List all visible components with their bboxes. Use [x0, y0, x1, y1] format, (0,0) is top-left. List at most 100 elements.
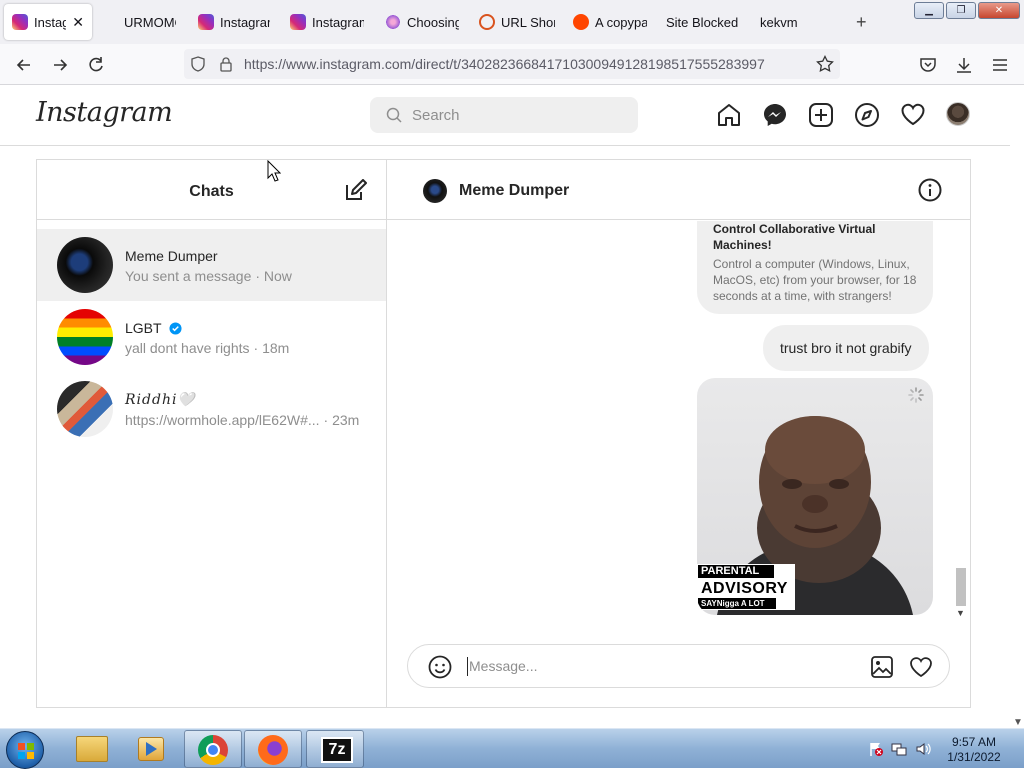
compose-message-icon[interactable]: [343, 179, 367, 203]
taskbar-media-player-icon[interactable]: [124, 730, 182, 768]
chat-item-lgbt[interactable]: LGBT yall dont have rights · 18m: [37, 301, 386, 373]
tab-instagram-2[interactable]: Instagram: [198, 4, 270, 40]
tab-title: kekvm: [760, 14, 798, 30]
tab-title: Instagram: [312, 14, 364, 30]
link-card-title: Control Collaborative Virtual Machines!: [713, 222, 876, 252]
thread-scrollbar[interactable]: ▼: [954, 221, 968, 625]
message-placeholder: Message...: [469, 658, 538, 674]
info-icon[interactable]: [918, 178, 942, 202]
avatar[interactable]: [423, 179, 447, 203]
chats-title: Chats: [189, 183, 234, 200]
close-tab-icon[interactable]: ✕: [72, 14, 84, 31]
conversation-pane: Meme Dumper Control Collaborative Virtua…: [387, 160, 970, 707]
message-input[interactable]: Message...: [407, 644, 950, 688]
forward-arrow-icon[interactable]: [50, 55, 70, 75]
sticker-line-1: PARENTAL: [698, 565, 774, 578]
chat-time: · Now: [255, 268, 292, 284]
shield-icon[interactable]: [190, 56, 206, 72]
conversation-title[interactable]: Meme Dumper: [459, 182, 569, 200]
like-heart-icon[interactable]: [909, 655, 933, 679]
volume-icon[interactable]: [915, 741, 931, 757]
menu-hamburger-icon[interactable]: [990, 55, 1010, 75]
instagram-icon: [12, 14, 28, 30]
address-bar[interactable]: https://www.instagram.com/direct/t/34028…: [184, 49, 840, 79]
new-post-icon[interactable]: [808, 102, 834, 128]
chat-time: · 23m: [323, 412, 360, 428]
image-upload-icon[interactable]: [870, 655, 894, 679]
network-icon[interactable]: [891, 741, 907, 757]
bookmark-star-icon[interactable]: [816, 55, 834, 73]
explore-compass-icon[interactable]: [854, 102, 880, 128]
window-controls: ▁ ❐ ✕: [914, 2, 1020, 19]
minimize-button[interactable]: ▁: [914, 2, 944, 19]
message-thread: Control Collaborative Virtual Machines! …: [387, 221, 970, 625]
taskbar-7zip-icon[interactable]: 7z: [306, 730, 364, 768]
browser-nav-bar: https://www.instagram.com/direct/t/34028…: [0, 44, 1024, 85]
chat-preview: https://wormhole.app/lE62W#... · 23m: [125, 412, 359, 428]
message-bubble[interactable]: trust bro it not grabify: [763, 325, 929, 371]
chat-preview-text: You sent a message: [125, 268, 252, 284]
reload-icon[interactable]: [86, 55, 106, 75]
tab-urmomc[interactable]: URMOMC: [124, 4, 176, 40]
scrollbar-thumb[interactable]: [956, 568, 966, 606]
home-icon[interactable]: [716, 102, 742, 128]
purple-flower-icon: [385, 14, 401, 30]
chat-preview: You sent a message · Now: [125, 268, 292, 284]
download-icon[interactable]: [954, 55, 974, 75]
tab-title: A copypa: [595, 14, 647, 30]
maximize-button[interactable]: ❐: [946, 2, 976, 19]
action-center-flag-icon[interactable]: [868, 741, 884, 757]
link-card-description: Control a computer (Windows, Linux, MacO…: [713, 257, 917, 303]
windows-taskbar: 7z 9:57 AM 1/31/2022: [0, 728, 1024, 769]
tab-instagram-3[interactable]: Instagram: [290, 4, 364, 40]
chat-preview-text: https://wormhole.app/lE62W#...: [125, 412, 320, 428]
tab-kekvm[interactable]: kekvm: [760, 4, 810, 40]
rainbow-flag-avatar: [57, 309, 113, 365]
chat-item-meme-dumper[interactable]: Meme Dumper You sent a message · Now: [37, 229, 386, 301]
link-preview-card[interactable]: Control Collaborative Virtual Machines! …: [697, 221, 933, 314]
chat-name: LGBT: [125, 320, 182, 336]
taskbar-explorer-icon[interactable]: [64, 730, 122, 768]
taskbar-clock[interactable]: 9:57 AM 1/31/2022: [938, 735, 1010, 765]
avatar: [57, 237, 113, 293]
emoji-icon[interactable]: [428, 655, 452, 679]
instagram-icon: [290, 14, 306, 30]
clock-time: 9:57 AM: [951, 735, 997, 749]
instagram-logo[interactable]: Instagram: [36, 97, 173, 128]
chat-name-text: LGBT: [125, 320, 162, 336]
taskbar-firefox-icon[interactable]: [244, 730, 302, 768]
browser-tab-bar: Instagr ✕ URMOMC Instagram Instagram Cho…: [0, 0, 1024, 44]
chat-preview: yall dont have rights · 18m: [125, 340, 289, 356]
close-window-button[interactable]: ✕: [978, 2, 1020, 19]
clock-date: 1/31/2022: [947, 750, 1001, 764]
heart-icon[interactable]: [900, 102, 926, 128]
page-scrollbar[interactable]: ▼: [1010, 85, 1024, 728]
start-button-windows-icon[interactable]: [6, 731, 44, 769]
url-text[interactable]: https://www.instagram.com/direct/t/34028…: [244, 56, 765, 72]
tab-title: Instagr: [34, 14, 67, 30]
tab-title: Site Blocked: [666, 14, 739, 30]
search-input[interactable]: Search: [370, 97, 638, 133]
tab-choosing[interactable]: Choosing: [385, 4, 459, 40]
reddit-icon: [573, 14, 589, 30]
pocket-icon[interactable]: [918, 55, 938, 75]
conversation-header: Meme Dumper: [387, 160, 970, 220]
lock-icon[interactable]: [218, 56, 234, 72]
search-icon: [386, 107, 402, 123]
image-message[interactable]: PARENTAL ADVISORY SAYNigga A LOT: [697, 378, 933, 615]
new-tab-button[interactable]: +: [856, 12, 867, 33]
chats-header: Chats: [37, 160, 386, 220]
taskbar-chrome-icon[interactable]: [184, 730, 242, 768]
chat-time: · 18m: [253, 340, 290, 356]
tab-url-short[interactable]: URL Short: [479, 4, 555, 40]
tab-site-blocked[interactable]: Site Blocked: [666, 4, 746, 40]
chat-item-riddhi[interactable]: 𝑅𝑖𝑑𝑑ℎ𝑖🤍 https://wormhole.app/lE62W#... · …: [37, 373, 386, 445]
chat-preview-text: yall dont have rights: [125, 340, 250, 356]
back-arrow-icon[interactable]: [14, 55, 34, 75]
mouse-cursor-icon: [267, 160, 281, 182]
tab-copypasta[interactable]: A copypa: [573, 4, 647, 40]
messenger-icon[interactable]: [762, 102, 788, 128]
tab-instagram-active[interactable]: Instagr ✕: [4, 4, 92, 40]
search-placeholder: Search: [412, 106, 460, 124]
profile-avatar[interactable]: [946, 102, 970, 126]
